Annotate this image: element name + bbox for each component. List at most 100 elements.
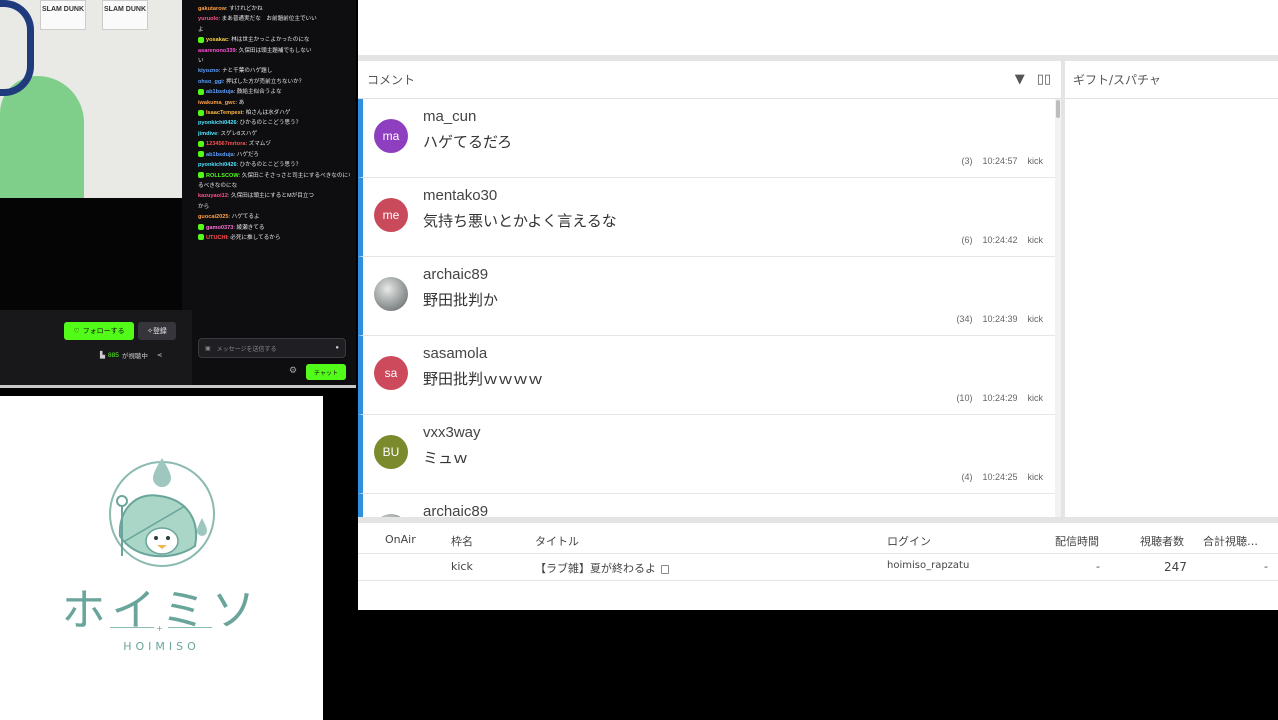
stream-chat-message: ROLLSCOW: 久保田こそさっさと司主にするべきなのにな [198, 171, 350, 181]
logo-rule [168, 627, 212, 628]
stream-chat-message: IsaacTempest: 柏さんは水ダハゲ [198, 108, 350, 118]
gift-header: ギフト/スパチャ [1065, 61, 1278, 99]
comment-item[interactable]: archaic89 [358, 494, 1055, 517]
chat-text: よ [198, 26, 204, 33]
chat-username[interactable]: IsaacTempest [206, 110, 243, 116]
emote-icon[interactable]: ▣ [205, 345, 211, 352]
copy-icon[interactable] [661, 564, 669, 574]
chat-text: 久保田は頭主題補でもしない [238, 47, 312, 54]
comment-username: sasamola [423, 345, 488, 362]
chat-message-input[interactable]: ▣ メッセージを送信する ● [198, 338, 346, 358]
cell-login: hoimiso_rapzatu [887, 560, 970, 571]
comment-item[interactable]: sa sasamola 野田批判ｗｗｗｗ (10) 10:24:29 kick [358, 336, 1055, 415]
comment-text: ハゲてるだろ [423, 133, 513, 151]
avatar [374, 277, 408, 311]
avatar: BU [374, 435, 408, 469]
stream-chat-message: ab1bsduja: ハゲだろ [198, 150, 350, 160]
chat-text: 必死に推してるから [230, 234, 281, 241]
column-header-login[interactable]: ログイン [887, 533, 931, 549]
column-header-name[interactable]: 枠名 [451, 533, 473, 549]
comment-meta: (3) 10:24:57 kick [961, 156, 1043, 166]
chat-username[interactable]: iwakuma_gwc [198, 100, 236, 106]
column-header-viewers[interactable]: 視聴者数 [1140, 533, 1184, 549]
comment-count: (34) [956, 314, 973, 324]
column-header-onair[interactable]: OnAir [385, 533, 416, 546]
chat-username[interactable]: pyonkichi0426 [198, 120, 237, 126]
viewer-count: ▙ 885 が視聴中 ⋖ [100, 350, 162, 361]
chat-username[interactable]: pyonkichi0426 [198, 162, 237, 168]
viewer-suffix: が視聴中 [121, 353, 148, 360]
comment-time: 10:24:39 [982, 314, 1018, 324]
table-row[interactable]: kick 【ラブ雑】夏が終わるよ hoimiso_rapzatu - 247 - [358, 553, 1278, 581]
subscribe-label: 登録 [152, 328, 167, 335]
follow-button[interactable]: ♡ フォローする [64, 322, 134, 340]
viewers-icon: ▙ [100, 352, 105, 359]
chat-text: 綾瀬きてる [236, 224, 265, 231]
chat-text: 柏さんは水ダハゲ [245, 110, 291, 117]
chat-text: い [198, 58, 204, 65]
comments-panel: コメント ▼ ▯▯ ma ma_cun ハゲてるだろ (3) 10:24:57 kick m… [358, 61, 1061, 517]
chat-username[interactable]: gamo0373 [206, 225, 233, 231]
filter-icon[interactable]: ▼ [1015, 72, 1025, 87]
stream-capture: SLAM DUNK SLAM DUNK ♡ フォローする ✧ 登録 ▙ 885 … [0, 0, 356, 388]
share-icon[interactable]: ⋖ [157, 351, 162, 359]
chat-username[interactable]: kiyozno [198, 68, 219, 74]
comment-item[interactable]: me mentako30 気持ち悪いとかよく言えるな (6) 10:24:42 kick [358, 178, 1055, 257]
divider [0, 385, 356, 388]
comment-text: ミュｗ [423, 449, 469, 467]
chat-username[interactable]: yosakac [206, 37, 228, 43]
chat-text: るべきなのにな [198, 182, 238, 189]
stream-chat-message: るべきなのにな [198, 181, 350, 191]
chat-username[interactable]: gakutarow [198, 6, 226, 12]
chat-text: 押ばした方が売前立ちないか？ [225, 78, 305, 85]
column-header-total[interactable]: 合計視聴… [1203, 533, 1258, 549]
chat-text: ひかるのとこどう思う？ [239, 120, 302, 127]
chat-username[interactable]: ab1bsduja [206, 89, 234, 95]
badge-icon [198, 224, 204, 231]
logo-subtext: HOIMISO [123, 640, 200, 653]
stream-chat-message: UTUCHI: 必死に推してるから [198, 233, 350, 243]
comment-item[interactable]: BU vxx3way ミュｗ (4) 10:24:25 kick [358, 415, 1055, 494]
video-area [0, 198, 182, 310]
chat-text: 林は世主かっこよかったのにな [231, 37, 310, 44]
emoji-icon[interactable]: ● [335, 345, 339, 351]
chat-username[interactable]: UTUCHI [206, 235, 227, 241]
comment-item[interactable]: ma ma_cun ハゲてるだろ (3) 10:24:57 kick [358, 99, 1055, 178]
column-header-title[interactable]: タイトル [535, 533, 579, 549]
chat-username[interactable]: kazuyaoi12 [198, 193, 228, 199]
gift-title: ギフト/スパチャ [1073, 73, 1161, 87]
chat-text: から [198, 203, 210, 210]
chat-username[interactable]: guocai2025 [198, 214, 228, 220]
cell-viewers: 247 [1164, 560, 1187, 574]
chat-username[interactable]: 1234567mrtora [206, 141, 246, 147]
badge-icon [198, 172, 204, 179]
chat-username[interactable]: ab1bsduja [206, 152, 234, 158]
chat-text: ナと千葉のハゲ題し [221, 68, 273, 75]
comment-time: 10:24:57 [982, 156, 1018, 166]
scroll-thumb[interactable] [1056, 100, 1060, 118]
logo-rule [110, 627, 154, 628]
chat-username[interactable]: jimdive [198, 131, 217, 137]
comment-count: (3) [961, 156, 973, 166]
stream-chat-message: asarenono339: 久保田は頭主題補でもしない [198, 46, 350, 56]
logo-plus-icon: + [156, 624, 163, 633]
comment-item[interactable]: archaic89 野田批判か (34) 10:24:39 kick [358, 257, 1055, 336]
badge-icon [198, 151, 204, 158]
stream-chat-message: よ [198, 25, 350, 35]
chat-username[interactable]: yuruolo [198, 16, 219, 22]
webcam-feed: SLAM DUNK SLAM DUNK [0, 0, 182, 198]
gear-icon[interactable]: ⚙ [289, 366, 297, 376]
stream-chat-message: pyonkichi0426: ひかるのとこどう思う？ [198, 160, 350, 170]
chat-username[interactable]: ROLLSCOW [206, 173, 239, 179]
chat-username[interactable]: asarenono339 [198, 48, 236, 54]
desktop: SLAM DUNK SLAM DUNK ♡ フォローする ✧ 登録 ▙ 885 … [0, 0, 1278, 720]
cell-title-text: 【ラブ雑】夏が終わるよ [535, 562, 656, 575]
stream-chat-message: jimdive: スゲレ8スハゲ [198, 129, 350, 139]
subscribe-button[interactable]: ✧ 登録 [138, 322, 176, 340]
chat-username[interactable]: ohso_ggi [198, 79, 223, 85]
stream-chat-message: ab1bsduja: 鼓給主似合うよな [198, 87, 350, 97]
column-header-duration[interactable]: 配信時間 [1055, 533, 1099, 549]
chat-send-button[interactable]: チャット [306, 364, 346, 380]
cell-total: - [1264, 560, 1268, 573]
columns-icon[interactable]: ▯▯ [1037, 72, 1051, 87]
